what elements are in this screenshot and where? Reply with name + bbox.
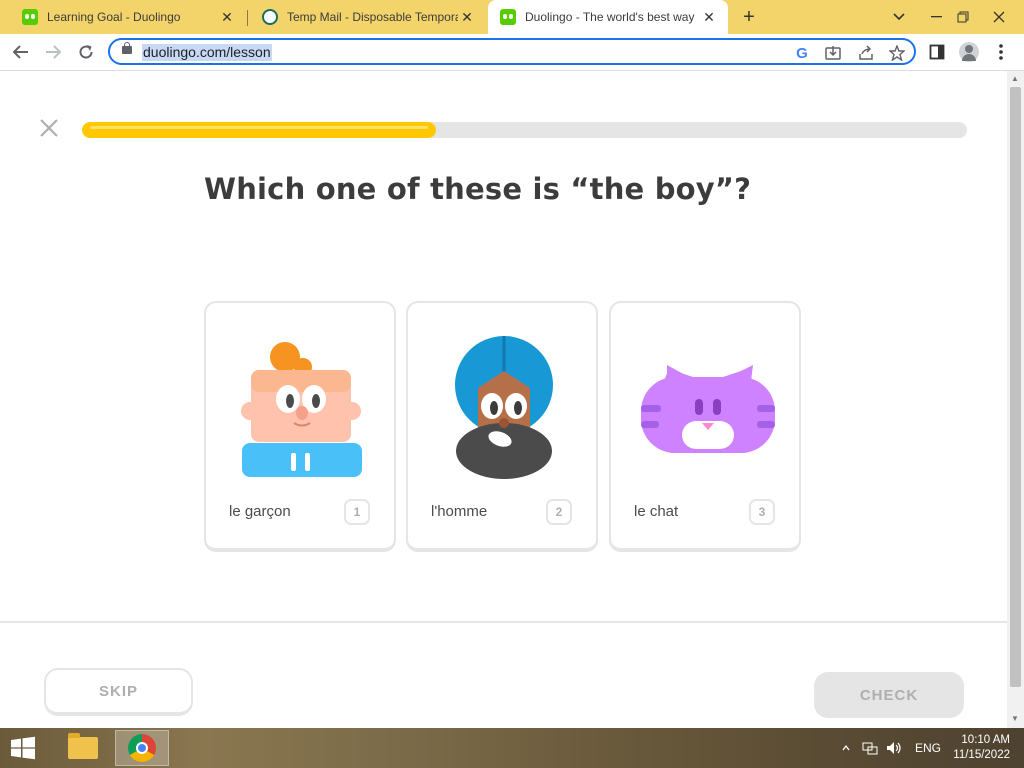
skip-button[interactable]: SKIP [44, 668, 193, 716]
clock-time: 10:10 AM [961, 734, 1010, 746]
choice-number-badge: 1 [344, 499, 370, 525]
volume-icon[interactable] [886, 728, 902, 768]
choice-word: le chat [634, 503, 679, 520]
back-arrow-icon[interactable] [8, 39, 34, 65]
google-translate-icon[interactable]: G [792, 43, 812, 63]
lock-icon [122, 42, 132, 54]
lesson-page: Which one of these is “the boy”? le garç… [0, 71, 1007, 728]
boy-character-image [241, 342, 362, 477]
share-icon[interactable] [856, 43, 876, 63]
check-button[interactable]: CHECK [814, 672, 964, 718]
file-explorer-icon[interactable] [56, 730, 110, 766]
close-window-icon[interactable] [982, 0, 1016, 34]
man-with-turban-image [455, 336, 553, 479]
question-title: Which one of these is “the boy”? [204, 172, 752, 206]
close-lesson-icon[interactable] [36, 117, 62, 143]
reload-icon[interactable] [73, 39, 99, 65]
scroll-down-arrow-icon[interactable]: ▼ [1011, 714, 1019, 723]
forward-arrow-icon[interactable] [40, 39, 66, 65]
side-panel-icon[interactable] [924, 39, 950, 65]
purple-cat-image [641, 365, 775, 453]
progress-fill [82, 122, 436, 138]
close-tab-icon[interactable]: ✕ [700, 9, 718, 26]
choice-card-3[interactable]: le chat 3 [609, 301, 801, 552]
scroll-up-arrow-icon[interactable]: ▲ [1011, 74, 1019, 83]
tab-title: Duolingo - The world's best way [525, 10, 695, 24]
network-icon[interactable] [862, 728, 878, 768]
choice-word: l'homme [431, 503, 488, 520]
url-text[interactable]: duolingo.com/lesson [142, 44, 272, 61]
clock-date: 11/15/2022 [953, 749, 1010, 761]
page-scrollbar[interactable]: ▲ ▼ [1007, 71, 1024, 728]
new-tab-button[interactable]: + [738, 6, 760, 29]
footer-divider [0, 621, 1007, 623]
choice-card-2[interactable]: l'homme 2 [406, 301, 598, 552]
duolingo-owl-icon [500, 9, 516, 25]
close-tab-icon[interactable]: ✕ [218, 9, 236, 26]
tab-learning-goal[interactable]: Learning Goal - Duolingo ✕ [10, 0, 246, 34]
tab-strip: Learning Goal - Duolingo ✕ Temp Mail - D… [0, 0, 1024, 34]
choice-number-badge: 3 [749, 499, 775, 525]
tab-duolingo-active[interactable]: Duolingo - The world's best way ✕ [488, 0, 728, 34]
tab-temp-mail[interactable]: Temp Mail - Disposable Tempora ✕ [250, 0, 486, 34]
windows-taskbar: ENG 10:10 AM 11/15/2022 [0, 728, 1024, 768]
chrome-taskbar-icon[interactable] [115, 730, 169, 766]
tab-search-chevron-icon[interactable] [882, 0, 916, 34]
choice-number-badge: 2 [546, 499, 572, 525]
scroll-thumb[interactable] [1010, 87, 1021, 687]
choice-word: le garçon [229, 503, 291, 520]
show-hidden-icons-chevron-icon[interactable] [842, 728, 850, 768]
restore-window-icon[interactable] [946, 0, 980, 34]
tab-separator [247, 10, 248, 26]
address-bar[interactable]: duolingo.com/lesson G [108, 38, 916, 65]
choice-card-1[interactable]: le garçon 1 [204, 301, 396, 552]
close-tab-icon[interactable]: ✕ [458, 9, 476, 26]
temp-mail-icon [262, 9, 278, 25]
menu-kebab-icon[interactable] [988, 39, 1014, 65]
install-app-icon[interactable] [823, 43, 843, 63]
taskbar-clock[interactable]: 10:10 AM 11/15/2022 [953, 733, 1010, 763]
windows-start-icon[interactable] [8, 736, 38, 760]
language-indicator[interactable]: ENG [915, 728, 941, 768]
bookmark-star-icon[interactable] [887, 43, 907, 63]
tab-title: Learning Goal - Duolingo [47, 10, 181, 24]
profile-avatar-icon[interactable] [956, 39, 982, 65]
lesson-progress-bar [82, 122, 967, 138]
browser-toolbar: duolingo.com/lesson G [0, 34, 1024, 71]
duolingo-owl-icon [22, 9, 38, 25]
tab-title: Temp Mail - Disposable Tempora [287, 10, 458, 24]
